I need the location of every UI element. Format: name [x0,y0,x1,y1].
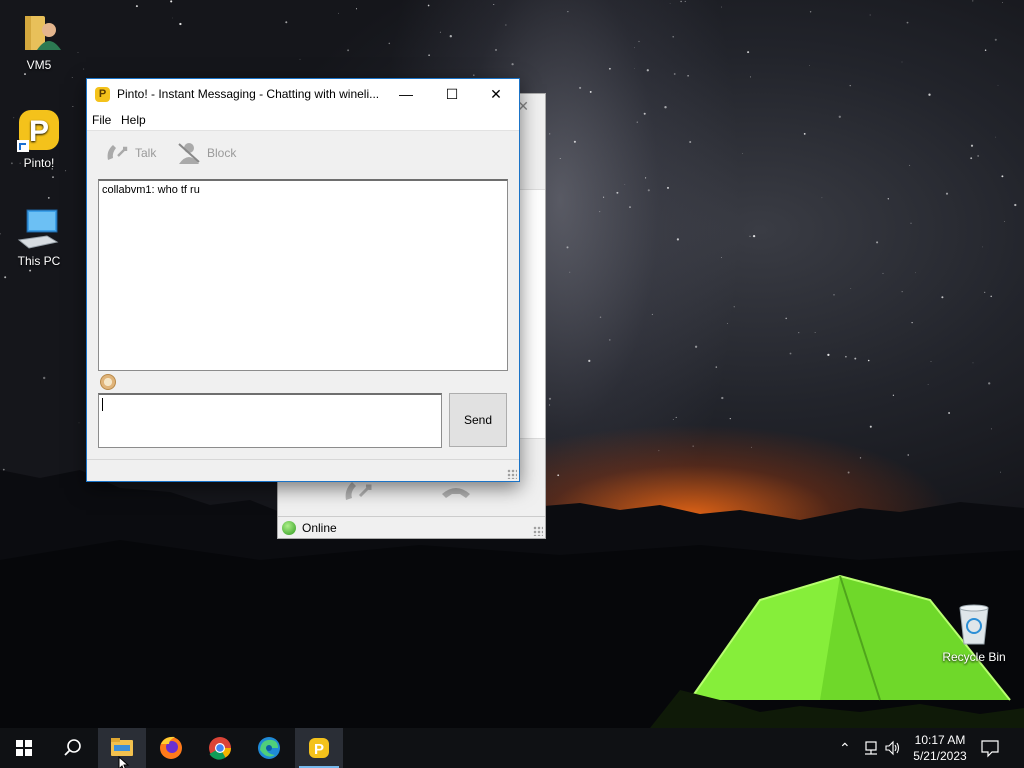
close-button[interactable]: ✕ [473,79,519,109]
desktop-icon-label: VM5 [26,58,52,72]
search-icon [64,739,81,756]
taskbar-firefox[interactable] [147,728,195,768]
chat-window[interactable]: P Pinto! - Instant Messaging - Chatting … [86,78,520,482]
taskbar-edge[interactable] [245,728,293,768]
edge-icon [258,737,280,759]
user-folder-icon [17,10,61,54]
recycle-bin-icon [952,602,996,646]
talk-button[interactable]: Talk [105,145,165,168]
clock-time: 10:17 AM [914,733,966,747]
phone-icon [107,145,128,160]
pinto-app-icon: P [309,738,329,758]
firefox-icon [160,736,182,759]
desktop-icon-pinto[interactable]: P Pinto! [1,108,77,170]
desktop-icon-this-pc[interactable]: This PC [1,206,77,268]
pinto-app-icon: P [17,108,61,152]
toolbar: Talk Block [87,132,519,176]
taskbar-chrome[interactable] [196,728,244,768]
desktop-icon-label: Pinto! [23,156,55,170]
menu-help[interactable]: Help [121,113,146,127]
taskbar-file-explorer[interactable] [98,728,146,768]
menu-file[interactable]: File [92,113,111,127]
status-bar [87,459,519,481]
title-bar[interactable]: P Pinto! - Instant Messaging - Chatting … [87,79,519,109]
text-caret [102,398,103,411]
message-input[interactable] [98,393,442,448]
block-user-icon [178,143,200,164]
system-clock[interactable]: 10:17 AM 5/21/2023 [905,732,975,764]
desktop-icon-label: This PC [17,254,61,268]
pinto-title-icon: P [95,87,110,102]
taskbar-pinto[interactable]: P [295,728,343,768]
maximize-button[interactable]: ☐ [429,79,475,109]
online-status-icon[interactable] [282,521,296,535]
menu-bar: File Help [87,109,519,131]
chrome-icon [209,737,231,760]
resize-grip[interactable] [507,469,517,479]
talk-label: Talk [135,146,157,160]
svg-text:P: P [314,741,324,758]
status-bar: Online [278,516,545,538]
window-title: Pinto! - Instant Messaging - Chatting wi… [117,87,380,101]
block-label: Block [207,146,237,160]
svg-text:P: P [29,115,49,148]
volume-icon[interactable] [885,740,901,756]
hangup-icon[interactable] [440,480,472,508]
block-button[interactable]: Block [177,143,237,168]
desktop-icon-vm5[interactable]: VM5 [1,10,77,72]
mouse-cursor-icon [118,756,130,768]
computer-icon [17,206,61,250]
chat-transcript[interactable]: collabvm1: who tf ru [98,179,508,371]
start-button[interactable] [0,728,48,768]
chat-message: collabvm1: who tf ru [102,184,200,196]
desktop-icon-label: Recycle Bin [942,650,1006,664]
windows-logo-icon [16,740,32,756]
network-icon[interactable] [863,740,879,756]
clock-date: 5/21/2023 [913,749,967,763]
chevron-up-icon[interactable]: ⌃ [839,740,851,757]
desktop-icon-recycle-bin[interactable]: Recycle Bin [936,602,1012,664]
talk-icon[interactable] [342,478,374,506]
resize-grip[interactable] [533,526,543,536]
status-text[interactable]: Online [302,521,337,535]
taskbar: P ⌃ 10:17 AM 5/21/2023 [0,728,1024,768]
emoticon-palette-icon[interactable] [100,374,116,390]
notification-icon[interactable] [980,738,1000,758]
send-button[interactable]: Send [449,393,507,447]
search-button[interactable] [48,728,96,768]
minimize-button[interactable]: — [383,79,429,109]
